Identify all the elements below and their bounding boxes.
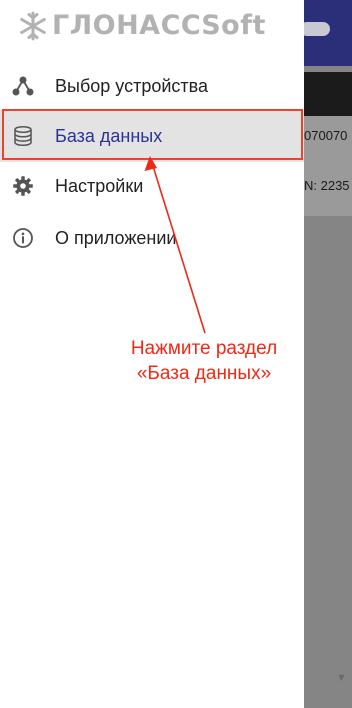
background-appbar-pill <box>300 22 330 36</box>
menu-item-device-select[interactable]: Выбор устройства <box>0 60 304 112</box>
background-corner-glyph: ▼ <box>336 672 347 684</box>
annotation-line-1: Нажмите раздел <box>130 338 278 359</box>
snowflake-logo-icon <box>20 11 46 40</box>
annotation-line-2: «База данных» <box>136 363 272 384</box>
database-icon <box>14 125 32 147</box>
menu-item-label: О приложении <box>55 227 177 248</box>
menu-item-settings[interactable]: Настройки <box>0 160 304 212</box>
menu-item-database[interactable]: База данных <box>0 110 304 162</box>
gear-icon <box>13 176 33 196</box>
logo: ГЛОНАССSoft <box>18 10 266 41</box>
logo-text: ГЛОНАССSoft <box>52 10 266 41</box>
menu-item-label: Выбор устройства <box>55 75 209 96</box>
device-select-icon <box>12 76 34 96</box>
info-icon <box>13 228 33 248</box>
annotation-text: Нажмите раздел «База данных» <box>104 336 304 386</box>
menu-item-about[interactable]: О приложении <box>0 212 304 264</box>
menu-item-label: Настройки <box>55 175 144 196</box>
menu-item-label: База данных <box>55 125 163 146</box>
background-row2-text: N: 2235 <box>304 178 350 193</box>
background-row1-text: 070070 <box>304 128 348 143</box>
